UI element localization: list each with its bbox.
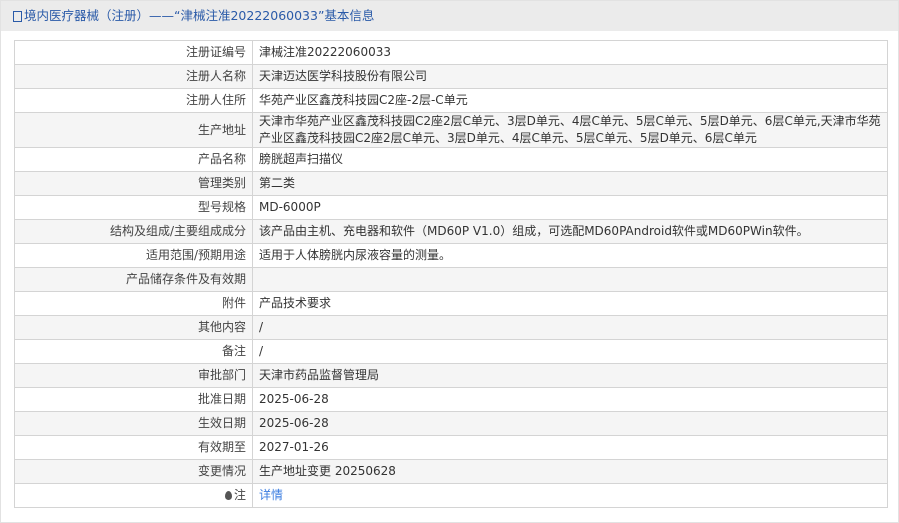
field-label: 其他内容 bbox=[14, 315, 253, 340]
table-row: 型号规格 MD-6000P bbox=[14, 195, 888, 220]
field-value: 2025-06-28 bbox=[252, 411, 888, 436]
field-value: 华苑产业区鑫茂科技园C2座-2层-C单元 bbox=[252, 88, 888, 113]
field-label: 结构及组成/主要组成成分 bbox=[14, 219, 253, 244]
field-label: 注 bbox=[14, 483, 253, 508]
field-value: MD-6000P bbox=[252, 195, 888, 220]
table-row: 适用范围/预期用途 适用于人体膀胱内尿液容量的测量。 bbox=[14, 243, 888, 268]
field-value: 2025-06-28 bbox=[252, 387, 888, 412]
table-row: 产品储存条件及有效期 bbox=[14, 267, 888, 292]
field-label: 批准日期 bbox=[14, 387, 253, 412]
field-label: 生效日期 bbox=[14, 411, 253, 436]
field-value: 详情 bbox=[252, 483, 888, 508]
field-label: 注册证编号 bbox=[14, 40, 253, 65]
field-label: 变更情况 bbox=[14, 459, 253, 484]
table-row: 注册人名称 天津迈达医学科技股份有限公司 bbox=[14, 64, 888, 89]
table-row: 变更情况 生产地址变更 20250628 bbox=[14, 459, 888, 484]
table-row: 管理类别 第二类 bbox=[14, 171, 888, 196]
table-row: 产品名称 膀胱超声扫描仪 bbox=[14, 147, 888, 172]
field-label: 注册人住所 bbox=[14, 88, 253, 113]
table-row: 附件 产品技术要求 bbox=[14, 291, 888, 316]
pin-icon bbox=[224, 491, 232, 500]
field-label: 产品储存条件及有效期 bbox=[14, 267, 253, 292]
field-label: 生产地址 bbox=[14, 112, 253, 148]
field-label: 附件 bbox=[14, 291, 253, 316]
field-value: 天津市药品监督管理局 bbox=[252, 363, 888, 388]
field-value: 2027-01-26 bbox=[252, 435, 888, 460]
details-link[interactable]: 详情 bbox=[259, 488, 283, 502]
table-row: 审批部门 天津市药品监督管理局 bbox=[14, 363, 888, 388]
table-row: 有效期至 2027-01-26 bbox=[14, 435, 888, 460]
table-row: 生效日期 2025-06-28 bbox=[14, 411, 888, 436]
field-value: 第二类 bbox=[252, 171, 888, 196]
note-label: 注 bbox=[233, 488, 246, 502]
field-label: 注册人名称 bbox=[14, 64, 253, 89]
table-row: 注册人住所 华苑产业区鑫茂科技园C2座-2层-C单元 bbox=[14, 88, 888, 113]
field-value: 天津迈达医学科技股份有限公司 bbox=[252, 64, 888, 89]
field-value bbox=[252, 267, 888, 292]
field-label: 管理类别 bbox=[14, 171, 253, 196]
page-header: 境内医疗器械（注册）——“津械注准20222060033”基本信息 bbox=[1, 1, 898, 31]
field-value: 膀胱超声扫描仪 bbox=[252, 147, 888, 172]
field-value: 生产地址变更 20250628 bbox=[252, 459, 888, 484]
table-row: 批准日期 2025-06-28 bbox=[14, 387, 888, 412]
field-value: 津械注准20222060033 bbox=[252, 40, 888, 65]
table-row-note: 注详情 bbox=[14, 483, 888, 508]
field-value: 适用于人体膀胱内尿液容量的测量。 bbox=[252, 243, 888, 268]
table-row: 结构及组成/主要组成成分 该产品由主机、充电器和软件（MD60P V1.0）组成，… bbox=[14, 219, 888, 244]
field-value: 产品技术要求 bbox=[252, 291, 888, 316]
field-value: / bbox=[252, 339, 888, 364]
page-title: 境内医疗器械（注册）——“津械注准20222060033”基本信息 bbox=[24, 8, 375, 23]
document-icon bbox=[13, 11, 22, 22]
field-value: / bbox=[252, 315, 888, 340]
field-label: 型号规格 bbox=[14, 195, 253, 220]
page-container: 境内医疗器械（注册）——“津械注准20222060033”基本信息 注册证编号津… bbox=[0, 0, 899, 523]
field-label: 审批部门 bbox=[14, 363, 253, 388]
table-row: 备注 / bbox=[14, 339, 888, 364]
field-label: 适用范围/预期用途 bbox=[14, 243, 253, 268]
field-label: 备注 bbox=[14, 339, 253, 364]
field-value: 该产品由主机、充电器和软件（MD60P V1.0）组成，可选配MD60PAndr… bbox=[252, 219, 888, 244]
table-row: 注册证编号 津械注准20222060033 bbox=[14, 40, 888, 65]
field-value: 天津市华苑产业区鑫茂科技园C2座2层C单元、3层D单元、4层C单元、5层C单元、… bbox=[252, 112, 888, 148]
table-row: 其他内容 / bbox=[14, 315, 888, 340]
table-row: 生产地址 天津市华苑产业区鑫茂科技园C2座2层C单元、3层D单元、4层C单元、5层… bbox=[14, 112, 888, 148]
info-table: 注册证编号 津械注准20222060033 注册人名称 天津迈达医学科技股份有限公司注… bbox=[14, 40, 888, 508]
field-label: 有效期至 bbox=[14, 435, 253, 460]
field-label: 产品名称 bbox=[14, 147, 253, 172]
